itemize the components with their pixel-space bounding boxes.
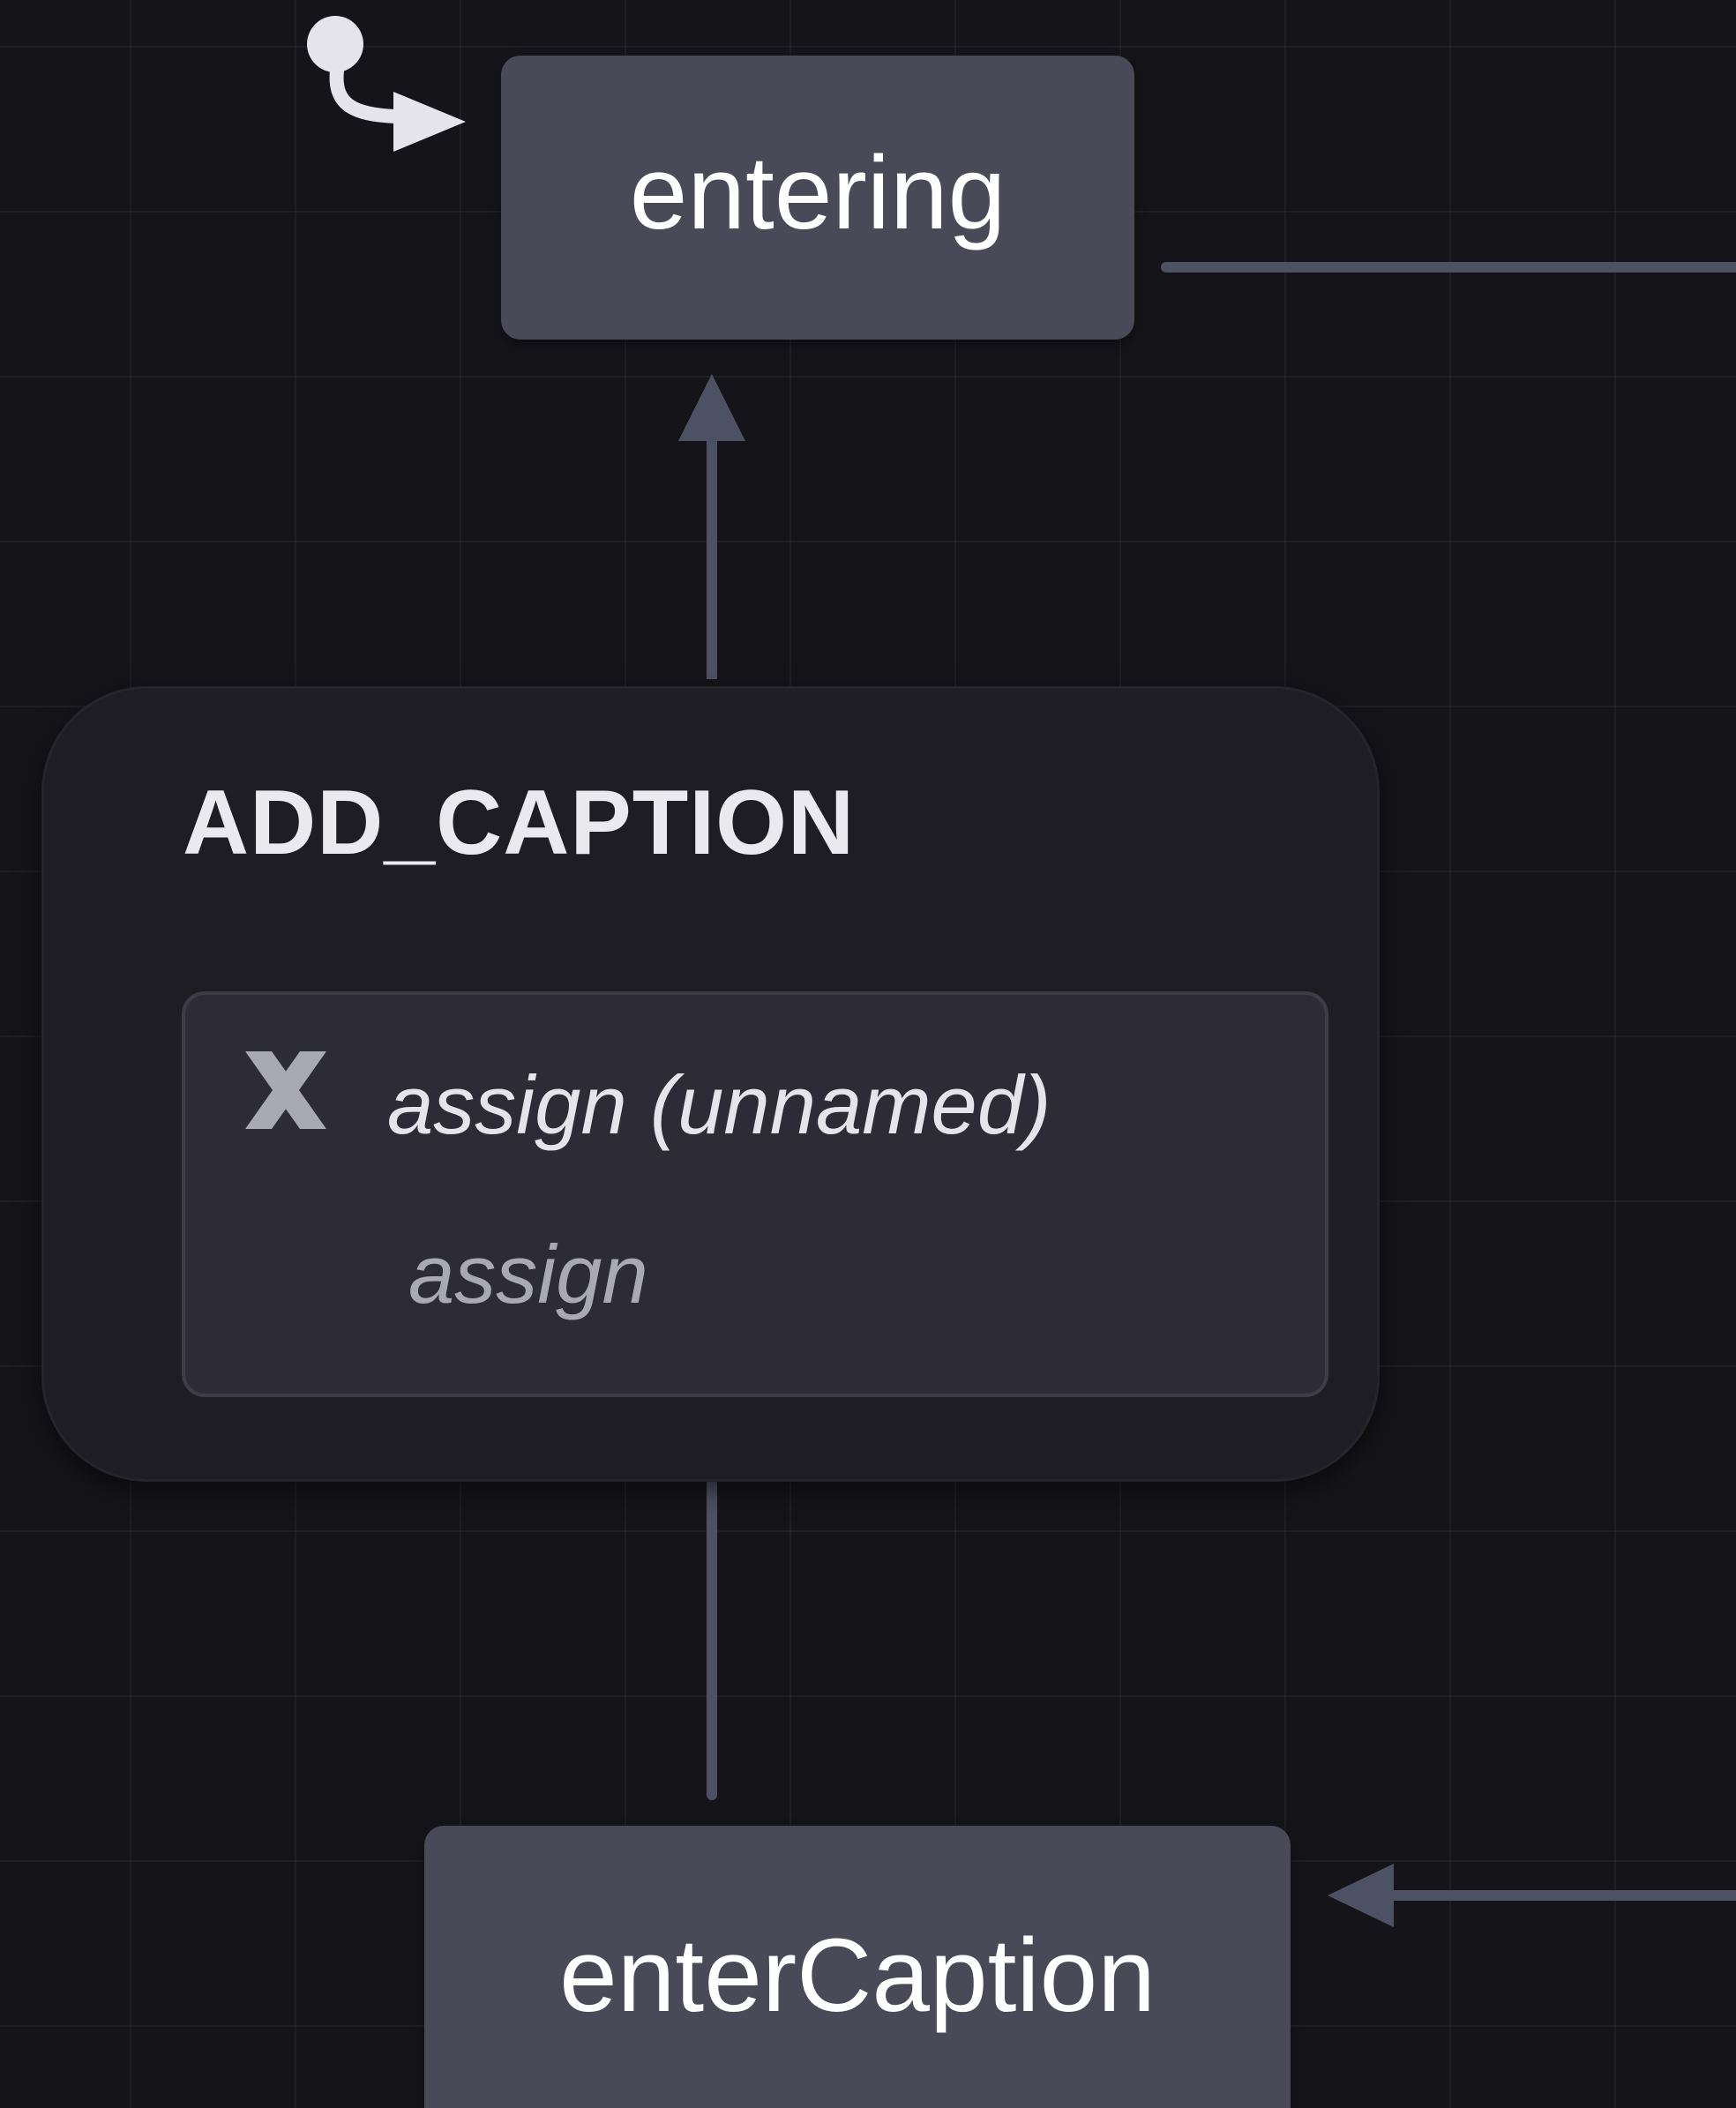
edge-event-to-entering-arrowhead	[678, 374, 745, 441]
state-label-enterCaption: enterCaption	[559, 1917, 1156, 2034]
state-node-enterCaption[interactable]: enterCaption	[424, 1826, 1291, 2108]
action-label: assign (unnamed)	[387, 1058, 1051, 1151]
action-block[interactable]: assign (unnamed) assign	[182, 991, 1328, 1397]
initial-transition-arrow	[329, 64, 402, 123]
state-node-entering[interactable]: entering	[501, 56, 1134, 340]
state-label-entering: entering	[629, 135, 1006, 251]
edge-incoming-enterCaption-arrowhead	[1328, 1864, 1394, 1927]
xstate-x-icon	[245, 1051, 326, 1129]
transition-event-node[interactable]: ADD_CAPTION assign (unnamed) assign	[41, 686, 1380, 1482]
event-name: ADD_CAPTION	[183, 772, 856, 874]
statechart-canvas[interactable]: entering ADD_CAPTION assign (unnamed) as…	[0, 0, 1736, 2108]
initial-arrow-head	[393, 92, 466, 152]
action-type: assign	[408, 1228, 648, 1320]
